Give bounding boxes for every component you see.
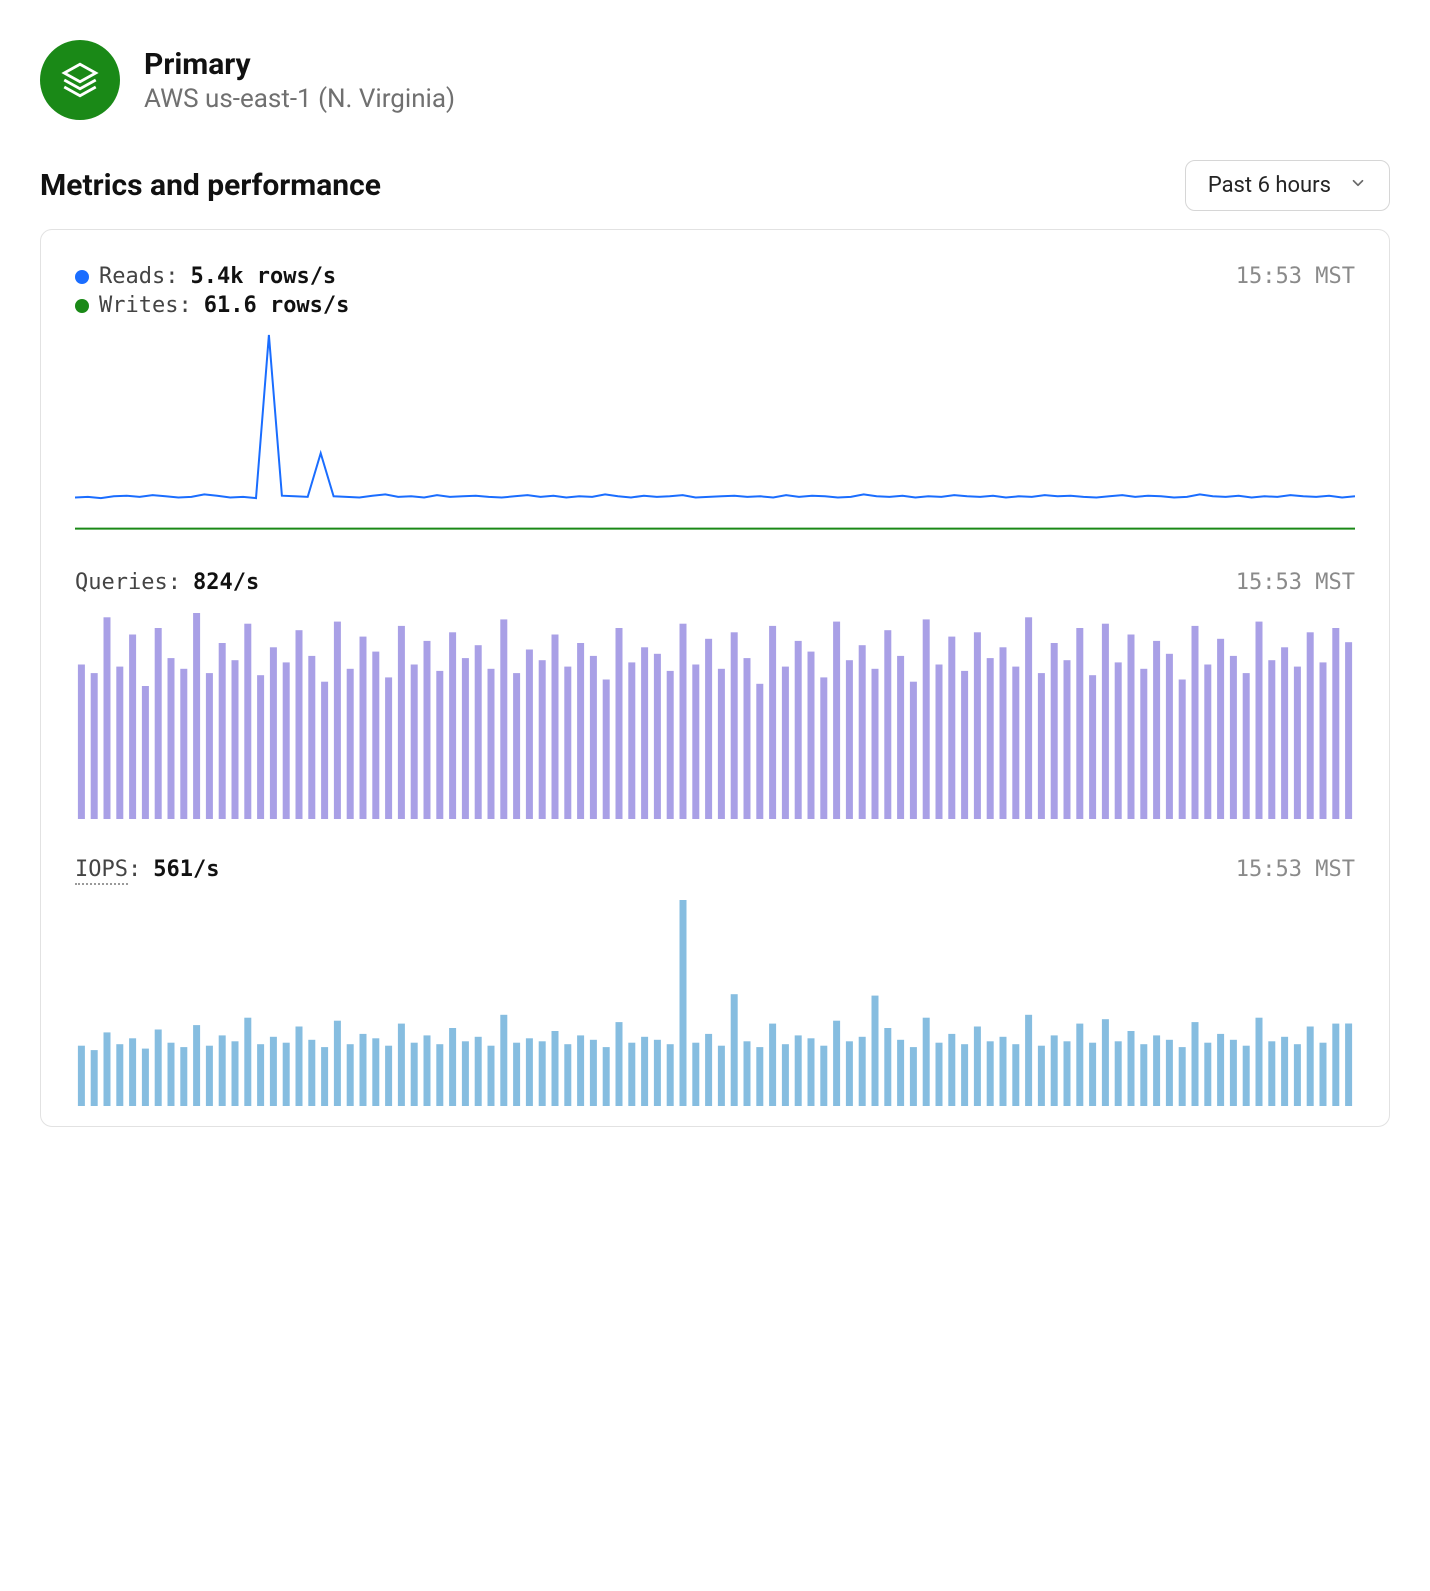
chart-area-iops[interactable] <box>75 896 1355 1106</box>
legend-label-writes: Writes: <box>99 293 192 318</box>
legend-label-reads: Reads: <box>99 264 178 289</box>
metrics-panel: Reads: 5.4k rows/s Writes: 61.6 rows/s 1… <box>40 229 1390 1127</box>
timestamp-queries: 15:53 MST <box>1236 570 1355 595</box>
page-title: Primary <box>144 47 455 82</box>
legend-value-queries: 824/s <box>193 570 259 595</box>
legend-label-iops: IOPS <box>75 857 128 885</box>
timestamp-iops: 15:53 MST <box>1236 857 1355 882</box>
page-header: Primary AWS us-east-1 (N. Virginia) <box>40 40 1390 120</box>
chart-reads-writes: Reads: 5.4k rows/s Writes: 61.6 rows/s 1… <box>75 264 1355 532</box>
chart-area-queries[interactable] <box>75 609 1355 819</box>
time-range-value: Past 6 hours <box>1208 173 1331 198</box>
database-icon <box>40 40 120 120</box>
legend-label-queries: Queries: <box>75 570 181 595</box>
legend-label-iops-suffix: : <box>128 857 141 882</box>
legend-dot-reads <box>75 270 89 284</box>
legend-queries: Queries: 824/s <box>75 570 259 595</box>
time-range-select[interactable]: Past 6 hours <box>1185 160 1390 211</box>
chevron-down-icon <box>1349 173 1367 198</box>
timestamp-reads-writes: 15:53 MST <box>1236 264 1355 289</box>
legend-value-reads: 5.4k rows/s <box>190 264 336 289</box>
legend-value-writes: 61.6 rows/s <box>204 293 350 318</box>
chart-iops: IOPS: 561/s 15:53 MST <box>75 857 1355 1106</box>
legend-value-iops: 561/s <box>153 857 219 882</box>
page-subtitle: AWS us-east-1 (N. Virginia) <box>144 84 455 114</box>
chart-area-reads-writes[interactable] <box>75 332 1355 532</box>
legend-dot-writes <box>75 299 89 313</box>
legend-iops: IOPS: 561/s <box>75 857 219 882</box>
chart-queries: Queries: 824/s 15:53 MST <box>75 570 1355 819</box>
legend-reads: Reads: 5.4k rows/s <box>75 264 349 289</box>
legend-writes: Writes: 61.6 rows/s <box>75 293 349 318</box>
section-title: Metrics and performance <box>40 168 381 203</box>
